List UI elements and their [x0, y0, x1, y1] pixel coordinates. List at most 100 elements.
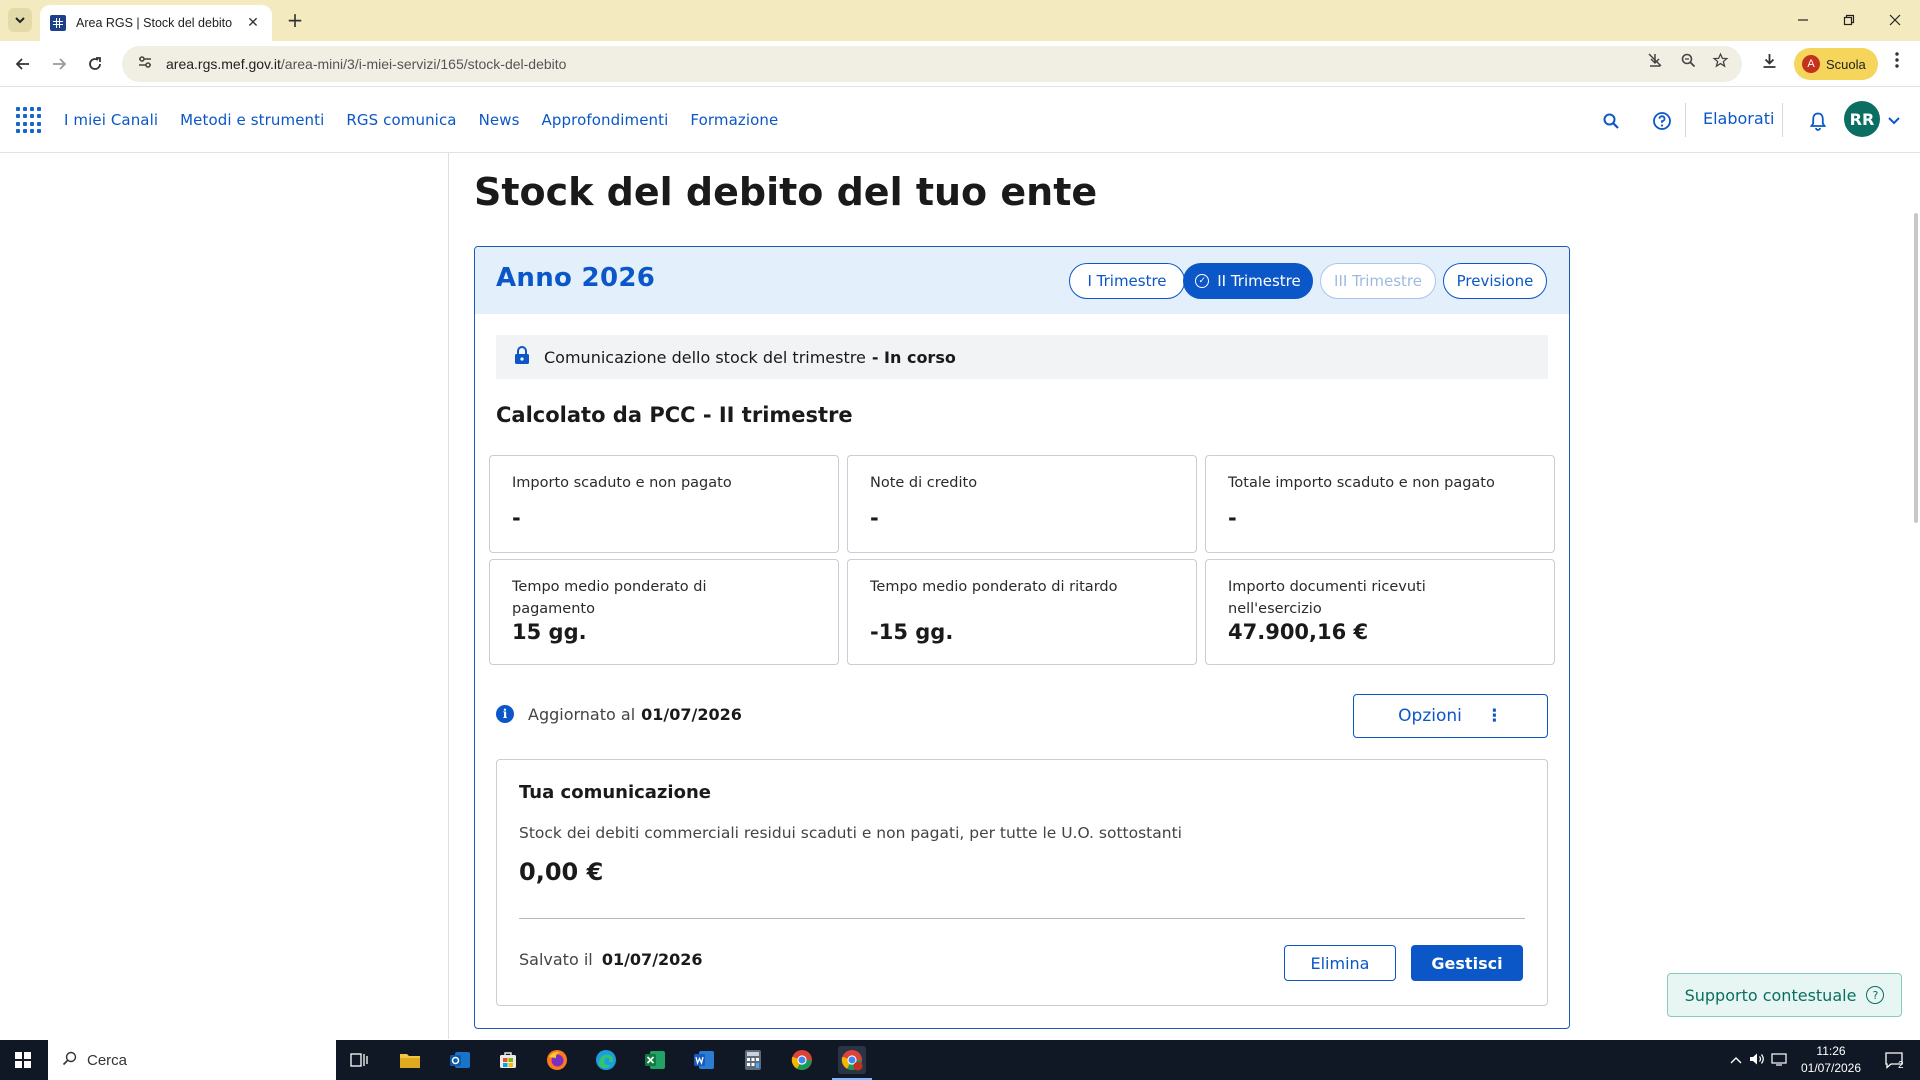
file-explorer-icon[interactable] — [396, 1046, 424, 1074]
apps-grid-icon[interactable] — [16, 107, 42, 133]
header-divider — [1782, 103, 1783, 137]
browser-profile-chip[interactable]: A Scuola — [1794, 48, 1878, 80]
user-avatar[interactable]: RR — [1844, 101, 1880, 137]
minimize-icon — [1798, 19, 1808, 21]
taskbar-search-placeholder: Cerca — [87, 1051, 128, 1069]
nav-news[interactable]: News — [479, 111, 520, 129]
metric-label: Importo documenti ricevuti nell'esercizi… — [1228, 579, 1426, 617]
lock-icon — [514, 345, 530, 369]
more-vertical-icon: ⋮ — [1485, 706, 1503, 726]
tab-label: I Trimestre — [1087, 272, 1167, 290]
page-scrollbar[interactable] — [1914, 213, 1918, 523]
delete-button[interactable]: Elimina — [1284, 945, 1396, 981]
notification-bell-icon[interactable] — [1806, 109, 1830, 133]
calc-section-title: Calcolato da PCC - II trimestre — [496, 403, 853, 427]
metric-importo-scaduto: Importo scaduto e non pagato - — [489, 455, 839, 553]
communication-panel: Tua comunicazione Stock dei debiti comme… — [496, 759, 1548, 1006]
browser-tab-active[interactable]: Area RGS | Stock del debito ✕ — [40, 5, 272, 41]
tab-ii-trimestre[interactable]: ✓ II Trimestre — [1183, 263, 1313, 299]
restore-window-button[interactable] — [1826, 0, 1872, 40]
divider — [519, 918, 1525, 919]
minimize-window-button[interactable] — [1780, 0, 1826, 40]
firefox-icon[interactable] — [543, 1046, 571, 1074]
bookmark-star-icon[interactable] — [1709, 49, 1731, 71]
status-value: - In corso — [871, 347, 956, 367]
user-menu-chevron-icon[interactable] — [1882, 109, 1906, 133]
tab-title: Area RGS | Stock del debito — [76, 16, 233, 30]
check-circle-icon: ✓ — [1195, 274, 1210, 288]
metric-value: - — [870, 506, 879, 530]
calculator-icon[interactable] — [739, 1046, 767, 1074]
start-button[interactable] — [0, 1040, 46, 1080]
info-icon: i — [496, 705, 514, 723]
support-label: Supporto contestuale — [1684, 985, 1857, 1005]
download-icon[interactable] — [1758, 49, 1780, 71]
manage-button[interactable]: Gestisci — [1411, 945, 1523, 981]
nav-metodi-e-strumenti[interactable]: Metodi e strumenti — [180, 111, 324, 129]
chrome-profile-active-icon[interactable] — [832, 1046, 872, 1080]
new-tab-button[interactable]: + — [283, 8, 307, 32]
show-hidden-icons-chevron-icon[interactable] — [1726, 1053, 1746, 1067]
back-button[interactable] — [8, 49, 38, 79]
tab-i-trimestre[interactable]: I Trimestre — [1069, 263, 1185, 299]
tab-previsione[interactable]: Previsione — [1443, 263, 1547, 299]
edge-icon[interactable] — [592, 1046, 620, 1074]
forward-button[interactable] — [44, 49, 74, 79]
address-url: area.rgs.mef.gov.it/area-mini/3/i-miei-s… — [166, 56, 566, 72]
close-icon — [1889, 14, 1901, 26]
nav-formazione[interactable]: Formazione — [690, 111, 778, 129]
metric-value: 47.900,16 € — [1228, 620, 1369, 644]
communication-title: Tua comunicazione — [519, 782, 711, 803]
metric-note-di-credito: Note di credito - — [847, 455, 1197, 553]
options-button[interactable]: Opzioni ⋮ — [1353, 694, 1548, 738]
browser-menu-icon[interactable] — [1886, 49, 1908, 71]
downloads-blocked-icon[interactable] — [1644, 49, 1666, 71]
search-icon[interactable] — [1599, 109, 1623, 133]
metric-importo-documenti: Importo documenti ricevuti nell'esercizi… — [1205, 559, 1555, 665]
outlook-icon[interactable] — [446, 1046, 474, 1074]
notification-center-button[interactable]: 2 — [1878, 1040, 1912, 1080]
volume-icon[interactable] — [1746, 1052, 1768, 1069]
taskbar-clock[interactable]: 11:26 01/07/2026 — [1796, 1043, 1866, 1077]
updated-label: Aggiornato al — [528, 704, 636, 724]
close-tab-icon[interactable]: ✕ — [244, 15, 262, 31]
taskbar-search[interactable]: Cerca — [48, 1040, 336, 1080]
address-bar[interactable]: area.rgs.mef.gov.it/area-mini/3/i-miei-s… — [122, 46, 1742, 82]
metric-tempo-pagamento: Tempo medio ponderato di pagamento 15 gg… — [489, 559, 839, 665]
metric-value: 15 gg. — [512, 620, 587, 644]
microsoft-store-icon[interactable] — [494, 1046, 522, 1074]
updated-info: i Aggiornato al 01/07/2026 — [496, 702, 742, 726]
profile-name: Scuola — [1826, 56, 1866, 72]
url-host: area.rgs.mef.gov.it — [166, 56, 281, 72]
delete-label: Elimina — [1310, 953, 1370, 973]
nav-approfondimenti[interactable]: Approfondimenti — [542, 111, 669, 129]
tab-label: Previsione — [1456, 272, 1534, 290]
options-label: Opzioni — [1398, 706, 1462, 726]
excel-icon[interactable] — [641, 1046, 669, 1074]
network-icon[interactable] — [1768, 1052, 1790, 1069]
reload-button[interactable] — [80, 49, 110, 79]
zoom-icon[interactable] — [1677, 49, 1699, 71]
chrome-icon[interactable] — [788, 1046, 816, 1074]
browser-toolbar: area.rgs.mef.gov.it/area-mini/3/i-miei-s… — [0, 41, 1920, 87]
stock-card: Anno 2026 I Trimestre ✓ II Trimestre III… — [474, 246, 1570, 1029]
arrow-right-icon — [53, 58, 67, 70]
word-icon[interactable] — [690, 1046, 718, 1074]
contextual-support-button[interactable]: Supporto contestuale ? — [1667, 973, 1902, 1017]
tab-list-button[interactable] — [8, 8, 32, 32]
search-icon — [62, 1051, 77, 1070]
nav-rgs-comunica[interactable]: RGS comunica — [346, 111, 456, 129]
metric-value: - — [1228, 506, 1237, 530]
site-info-icon[interactable] — [130, 55, 160, 73]
question-circle-icon: ? — [1866, 986, 1885, 1004]
metric-label: Tempo medio ponderato di pagamento — [512, 579, 707, 617]
help-icon[interactable] — [1650, 109, 1674, 133]
task-view-icon[interactable] — [345, 1046, 373, 1074]
tab-label: II Trimestre — [1217, 272, 1301, 290]
communication-description: Stock dei debiti commerciali residui sca… — [519, 824, 1182, 842]
metric-tempo-ritardo: Tempo medio ponderato di ritardo -15 gg. — [847, 559, 1197, 665]
elaborati-link[interactable]: Elaborati — [1703, 109, 1774, 128]
close-window-button[interactable] — [1872, 0, 1918, 40]
nav-i-miei-canali[interactable]: I miei Canali — [64, 111, 158, 129]
status-bar: Comunicazione dello stock del trimestre … — [496, 335, 1548, 379]
